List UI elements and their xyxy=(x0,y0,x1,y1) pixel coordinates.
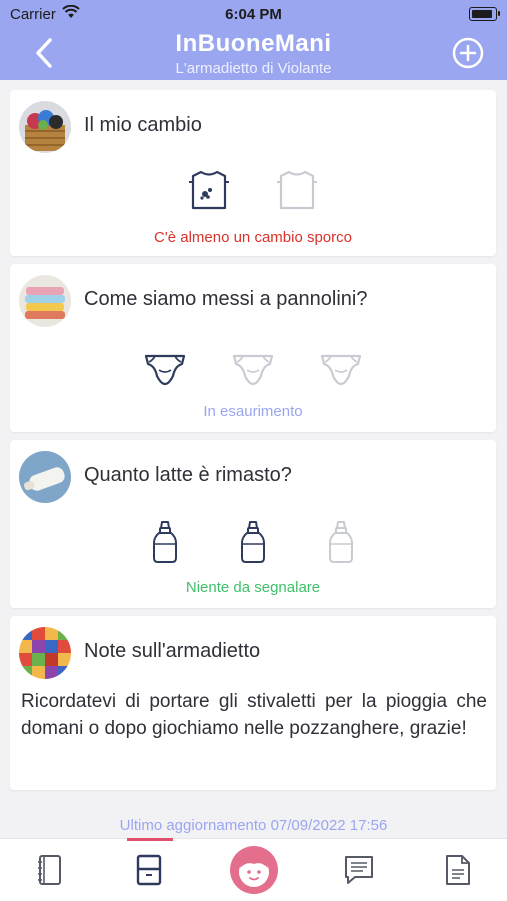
battery-icon xyxy=(469,7,500,21)
clock: 6:04 PM xyxy=(225,6,282,23)
diapers-stack-avatar xyxy=(19,275,71,327)
tab-messages[interactable] xyxy=(328,839,388,901)
diapers-card[interactable]: Come siamo messi a pannolini? In esaurim… xyxy=(10,264,496,432)
last-update-label: Ultimo aggiornamento 07/09/2022 17:56 xyxy=(119,817,388,834)
change-card[interactable]: Il mio cambio C'è almeno un cambio sporc… xyxy=(10,90,496,256)
add-circle-icon[interactable] xyxy=(451,36,485,70)
milk-title: Quanto latte è rimasto? xyxy=(84,464,292,486)
tab-documents[interactable] xyxy=(428,839,488,901)
app-title: InBuoneMani xyxy=(175,30,332,57)
child-avatar-icon xyxy=(230,846,278,894)
document-icon xyxy=(446,855,470,885)
locker-icon xyxy=(136,854,162,886)
notes-text: Ricordatevi di portare gli stivaletti pe… xyxy=(21,691,487,739)
tab-child[interactable] xyxy=(224,839,284,901)
clothes-basket-avatar xyxy=(19,101,71,153)
navigation-bar: InBuoneMani L'armadietto di Violante xyxy=(0,28,507,80)
locker-subtitle: L'armadietto di Violante xyxy=(175,60,332,77)
diapers-title: Come siamo messi a pannolini? xyxy=(84,288,368,310)
change-title: Il mio cambio xyxy=(84,114,202,136)
notes-card[interactable]: Note sull'armadietto Ricordatevi di port… xyxy=(10,616,496,790)
messages-icon xyxy=(345,856,373,884)
diary-icon xyxy=(38,855,61,885)
tab-locker[interactable] xyxy=(119,839,179,901)
tab-diary[interactable] xyxy=(20,839,80,901)
bottle-full-icon[interactable] xyxy=(143,520,187,564)
tab-bar xyxy=(0,838,507,901)
baby-bottle-avatar xyxy=(19,451,71,503)
status-bar: Carrier 6:04 PM xyxy=(0,0,507,28)
battery-level xyxy=(472,10,492,18)
bottle-full-icon[interactable] xyxy=(231,520,275,564)
dirty-shirt-icon[interactable] xyxy=(187,168,231,212)
notes-title: Note sull'armadietto xyxy=(84,640,261,662)
bottle-empty-icon[interactable] xyxy=(319,520,363,564)
change-status: C'è almeno un cambio sporco xyxy=(154,229,352,246)
active-tab-indicator xyxy=(127,838,173,841)
diaper-full-icon[interactable] xyxy=(143,346,187,390)
milk-status: Niente da segnalare xyxy=(185,579,321,596)
milk-card[interactable]: Quanto latte è rimasto? Niente da segnal… xyxy=(10,440,496,608)
diapers-status: In esaurimento xyxy=(203,403,303,420)
clean-shirt-icon[interactable] xyxy=(275,168,319,212)
color-blocks-avatar xyxy=(19,627,71,679)
diaper-empty-icon[interactable] xyxy=(319,346,363,390)
diaper-empty-icon[interactable] xyxy=(231,346,275,390)
